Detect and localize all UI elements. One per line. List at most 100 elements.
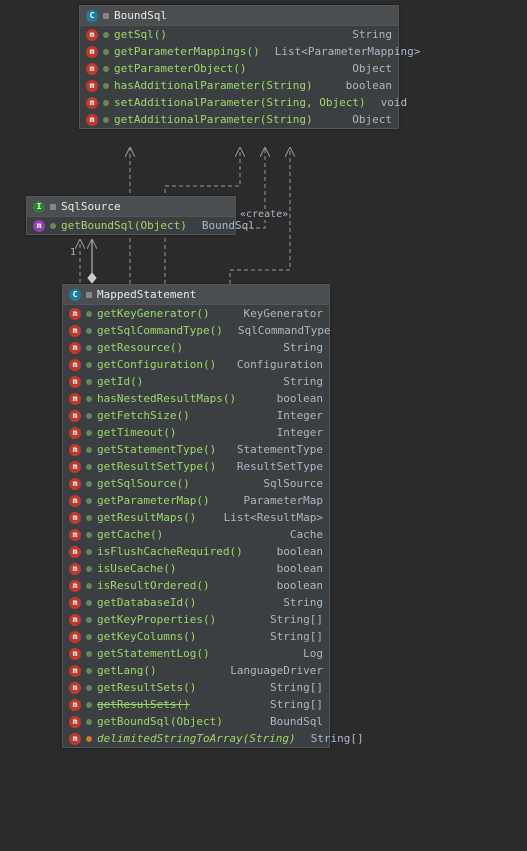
method-signature: isUseCache() (97, 562, 176, 575)
method-row[interactable]: msetAdditionalParameter(String, Object)v… (80, 94, 398, 111)
class-header: I SqlSource (27, 197, 235, 217)
visibility-icon (86, 617, 92, 623)
method-list: mgetSql()StringmgetParameterMappings()Li… (80, 26, 398, 128)
method-signature: getId() (97, 375, 143, 388)
return-type: boolean (267, 562, 323, 575)
method-row[interactable]: mgetSql()String (80, 26, 398, 43)
class-title: MappedStatement (97, 288, 196, 301)
method-row[interactable]: mgetLang()LanguageDriver (63, 662, 329, 679)
method-row[interactable]: mhasAdditionalParameter(String)boolean (80, 77, 398, 94)
class-boundsql[interactable]: C BoundSql mgetSql()StringmgetParameterM… (79, 5, 399, 129)
return-type: boolean (267, 545, 323, 558)
method-signature: getSqlCommandType() (97, 324, 223, 337)
return-type: List<ResultMap> (214, 511, 323, 524)
method-row[interactable]: misUseCache()boolean (63, 560, 329, 577)
method-row[interactable]: mgetResource()String (63, 339, 329, 356)
method-row[interactable]: mgetFetchSize()Integer (63, 407, 329, 424)
method-row[interactable]: mgetCache()Cache (63, 526, 329, 543)
method-signature: getConfiguration() (97, 358, 216, 371)
return-type: ParameterMap (234, 494, 323, 507)
method-icon: m (69, 376, 81, 388)
method-row[interactable]: mgetParameterObject()Object (80, 60, 398, 77)
return-type: Integer (267, 409, 323, 422)
return-type: boolean (267, 392, 323, 405)
method-row[interactable]: mgetAdditionalParameter(String)Object (80, 111, 398, 128)
method-row[interactable]: mhasNestedResultMaps()boolean (63, 390, 329, 407)
return-type: Cache (280, 528, 323, 541)
multiplicity-one: 1 (70, 247, 76, 258)
method-row[interactable]: mgetResultSetType()ResultSetType (63, 458, 329, 475)
visibility-icon (86, 566, 92, 572)
method-icon: m (69, 342, 81, 354)
method-icon: m (69, 631, 81, 643)
method-icon: m (69, 444, 81, 456)
class-title: SqlSource (61, 200, 121, 213)
return-type: LanguageDriver (220, 664, 323, 677)
method-row[interactable]: mgetBoundSql(Object)BoundSql (27, 217, 235, 234)
method-signature: getResultSets() (97, 681, 196, 694)
method-row[interactable]: mgetKeyColumns()String[] (63, 628, 329, 645)
return-type: String[] (301, 732, 364, 745)
method-row[interactable]: mgetResultSets()String[] (63, 679, 329, 696)
return-type: boolean (267, 579, 323, 592)
visibility-icon (86, 668, 92, 674)
method-row[interactable]: mgetParameterMap()ParameterMap (63, 492, 329, 509)
method-row[interactable]: mgetBoundSql(Object)BoundSql (63, 713, 329, 730)
method-row[interactable]: mgetResultMaps()List<ResultMap> (63, 509, 329, 526)
lock-icon (86, 292, 92, 298)
class-icon: C (69, 289, 81, 301)
visibility-icon (86, 549, 92, 555)
method-icon: m (69, 478, 81, 490)
method-list: mgetBoundSql(Object)BoundSql (27, 217, 235, 234)
return-type: String[] (260, 613, 323, 626)
visibility-icon (86, 481, 92, 487)
return-type: void (371, 96, 408, 109)
method-signature: getParameterMap() (97, 494, 210, 507)
method-signature: hasNestedResultMaps() (97, 392, 236, 405)
method-icon: m (69, 308, 81, 320)
return-type: Configuration (227, 358, 323, 371)
method-signature: getParameterObject() (114, 62, 246, 75)
method-row[interactable]: m getConfiguration() Configuration (63, 356, 329, 373)
method-row[interactable]: misFlushCacheRequired()boolean (63, 543, 329, 560)
class-header: C BoundSql (80, 6, 398, 26)
method-row[interactable]: mdelimitedStringToArray(String)String[] (63, 730, 329, 747)
method-signature: getResulSets() (97, 698, 190, 711)
return-type: BoundSql (260, 715, 323, 728)
method-row[interactable]: mgetStatementLog()Log (63, 645, 329, 662)
method-signature: hasAdditionalParameter(String) (114, 79, 313, 92)
method-icon: m (69, 546, 81, 558)
method-icon: m (69, 682, 81, 694)
return-type: Object (342, 113, 392, 126)
visibility-icon (86, 600, 92, 606)
method-icon: m (69, 359, 81, 371)
method-icon: m (69, 580, 81, 592)
method-row[interactable]: mgetSqlSource()SqlSource (63, 475, 329, 492)
method-row[interactable]: mgetSqlCommandType()SqlCommandType (63, 322, 329, 339)
method-row[interactable]: mgetKeyProperties()String[] (63, 611, 329, 628)
method-row[interactable]: mgetId()String (63, 373, 329, 390)
method-signature: getCache() (97, 528, 163, 541)
method-icon: m (69, 648, 81, 660)
method-row[interactable]: mgetDatabaseId()String (63, 594, 329, 611)
method-row[interactable]: mgetParameterMappings()List<ParameterMap… (80, 43, 398, 60)
method-signature: getDatabaseId() (97, 596, 196, 609)
method-row[interactable]: misResultOrdered()boolean (63, 577, 329, 594)
interface-sqlsource[interactable]: I SqlSource mgetBoundSql(Object)BoundSql (26, 196, 236, 235)
method-row[interactable]: mgetStatementType()StatementType (63, 441, 329, 458)
visibility-icon (103, 32, 109, 38)
method-row[interactable]: mgetTimeout()Integer (63, 424, 329, 441)
visibility-icon (86, 719, 92, 725)
method-icon: m (69, 325, 81, 337)
method-row[interactable]: mgetKeyGenerator()KeyGenerator (63, 305, 329, 322)
method-signature: getBoundSql(Object) (97, 715, 223, 728)
method-signature: getResultSetType() (97, 460, 216, 473)
method-icon: m (86, 80, 98, 92)
visibility-icon (86, 702, 92, 708)
return-type: String[] (260, 698, 323, 711)
method-row[interactable]: mgetResulSets()String[] (63, 696, 329, 713)
return-type: StatementType (227, 443, 323, 456)
visibility-icon (86, 311, 92, 317)
class-mappedstatement[interactable]: C MappedStatement mgetKeyGenerator()KeyG… (62, 284, 330, 748)
return-type: String (273, 596, 323, 609)
